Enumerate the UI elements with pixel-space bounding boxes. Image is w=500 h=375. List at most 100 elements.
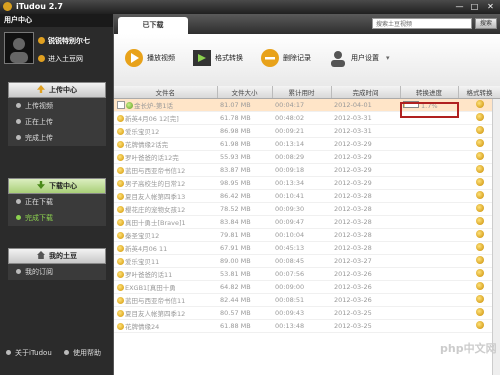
search-input[interactable]: 搜索土豆视频 (372, 18, 472, 29)
close-button[interactable]: ✕ (483, 1, 498, 12)
file-icon (117, 154, 124, 161)
table-row[interactable]: 花牌情缘2话完 61.98 MB 00:13:14 2012-03-29 (114, 137, 500, 151)
table-row[interactable]: 真田十勇士[Brave]1 83.84 MB 00:09:47 2012-03-28 (114, 215, 500, 229)
enter-tudou-link[interactable]: 进入土豆网 (38, 54, 83, 64)
search-button[interactable]: 搜索 (475, 18, 497, 29)
bullet-icon (16, 103, 21, 108)
row-checkbox[interactable] (117, 101, 125, 109)
tab-bar: 已下载 搜索土豆视频 搜索 (114, 14, 500, 34)
scrollbar[interactable] (492, 99, 500, 375)
sidebar: 用户中心 锐锐特别尔七 进入土豆网 上传中心 上传视频 正在上传 完成上传 下载… (0, 14, 117, 375)
cell-filename: 花牌情缘24 (114, 319, 217, 333)
sidebar-item-upload-done[interactable]: 完成上传 (8, 130, 106, 146)
convert-status-icon[interactable] (475, 230, 484, 238)
cell-size: 79.81 MB (217, 228, 272, 242)
convert-status-icon[interactable] (475, 269, 484, 277)
table-row[interactable]: 蓝田与西亚帝书信11 82.44 MB 00:08:51 2012-03-26 (114, 293, 500, 307)
convert-status-icon[interactable] (475, 295, 484, 303)
cell-finished: 2012-03-28 (331, 202, 400, 216)
table-row[interactable]: 花牌情缘24 61.88 MB 00:13:48 2012-03-25 (114, 319, 500, 333)
convert-status-icon[interactable] (475, 204, 484, 212)
my-tudou-header[interactable]: 我的土豆 (8, 248, 106, 264)
upload-panel: 上传中心 上传视频 正在上传 完成上传 (8, 82, 106, 146)
cell-finished: 2012-03-27 (331, 254, 400, 268)
convert-status-icon[interactable] (475, 100, 484, 108)
cell-filename: 樱花庄的宠物女孩12 (114, 202, 217, 216)
cell-size: 55.93 MB (217, 150, 272, 164)
minimize-button[interactable]: — (452, 1, 467, 12)
convert-status-icon[interactable] (475, 139, 484, 147)
convert-status-icon[interactable] (475, 126, 484, 134)
sidebar-item-upload-video[interactable]: 上传视频 (8, 98, 106, 114)
convert-status-icon[interactable] (475, 282, 484, 290)
table-row[interactable]: 夏目友人帐第四季12 80.57 MB 00:09:43 2012-03-25 (114, 306, 500, 320)
col-elapsed[interactable]: 累计用时 (272, 86, 332, 99)
table-row[interactable]: 爱乐宝贝12 86.98 MB 00:09:21 2012-03-31 (114, 124, 500, 138)
filename-text: 男子高校生的日常12 (125, 180, 186, 188)
table-row[interactable]: 新英4月06 11 67.91 MB 00:45:13 2012-03-28 (114, 241, 500, 255)
table-row[interactable]: EXGB1[真田十勇 64.82 MB 00:09:00 2012-03-26 (114, 280, 500, 294)
col-progress[interactable]: 转换进度 (400, 86, 459, 99)
bullet-icon (16, 269, 21, 274)
username[interactable]: 锐锐特别尔七 (38, 36, 90, 46)
filename-text: 新英4月06 11 (125, 245, 168, 253)
tab-downloaded[interactable]: 已下载 (118, 17, 188, 34)
cell-finished: 2012-03-26 (331, 293, 400, 307)
cell-elapsed: 00:45:13 (272, 241, 331, 255)
filename-text: 罗叶爸爸的话12完 (125, 154, 179, 162)
play-video-label: 播放视频 (147, 54, 175, 62)
convert-status-icon[interactable] (475, 217, 484, 225)
watermark: php中文网 (440, 342, 497, 355)
cell-size: 98.95 MB (217, 176, 272, 190)
convert-status-icon[interactable] (475, 113, 484, 121)
filename-text: 爱乐宝贝12 (125, 128, 160, 136)
convert-status-icon[interactable] (475, 321, 484, 329)
convert-status-icon[interactable] (475, 165, 484, 173)
convert-status-icon[interactable] (475, 178, 484, 186)
cell-progress (400, 293, 458, 307)
download-center-header[interactable]: 下载中心 (8, 178, 106, 194)
sidebar-item-subscriptions[interactable]: 我的订阅 (8, 264, 106, 280)
convert-status-icon[interactable] (475, 256, 484, 264)
table-row[interactable]: 秦圣宝贝12 79.81 MB 00:10:04 2012-03-28 (114, 228, 500, 242)
cell-elapsed: 00:09:30 (272, 202, 331, 216)
cell-size: 61.98 MB (217, 137, 272, 151)
help-link[interactable]: 使用帮助 (64, 348, 101, 358)
convert-status-icon[interactable] (475, 243, 484, 251)
table-row[interactable]: 罗叶爸爸的话12完 55.93 MB 00:08:29 2012-03-29 (114, 150, 500, 164)
table-row[interactable]: 爱乐宝贝11 89.00 MB 00:08:45 2012-03-27 (114, 254, 500, 268)
user-settings-icon (331, 51, 345, 67)
convert-status-icon[interactable] (475, 308, 484, 316)
file-icon (117, 232, 124, 239)
sidebar-item-downloading[interactable]: 正在下载 (8, 194, 106, 210)
cell-finished: 2012-03-29 (331, 176, 400, 190)
avatar[interactable] (4, 32, 34, 64)
table-row[interactable]: 男子高校生的日常12 98.95 MB 00:13:34 2012-03-29 (114, 176, 500, 190)
cell-elapsed: 00:13:34 (272, 176, 331, 190)
cell-finished: 2012-03-29 (331, 150, 400, 164)
col-finished[interactable]: 完成时间 (331, 86, 401, 99)
cell-elapsed: 00:09:21 (272, 124, 331, 138)
cell-elapsed: 00:08:45 (272, 254, 331, 268)
table-row[interactable]: 夏目友人帐第四季13 86.42 MB 00:10:41 2012-03-28 (114, 189, 500, 203)
upload-arrow-icon (37, 85, 45, 93)
cell-finished: 2012-03-28 (331, 189, 400, 203)
about-label: 关于iTudou (15, 349, 52, 357)
about-link[interactable]: 关于iTudou (6, 348, 52, 358)
table-row[interactable]: 蓝田与西亚帝书信12 83.87 MB 00:09:18 2012-03-29 (114, 163, 500, 177)
col-filename[interactable]: 文件名 (114, 86, 218, 99)
file-icon (117, 297, 124, 304)
sidebar-item-uploading[interactable]: 正在上传 (8, 114, 106, 130)
filename-text: 夏目友人帐第四季13 (125, 193, 186, 201)
convert-status-icon[interactable] (475, 152, 484, 160)
file-icon (117, 323, 124, 330)
maximize-button[interactable]: □ (467, 1, 482, 12)
chevron-down-icon: ▾ (386, 54, 390, 62)
table-row[interactable]: 罗叶爸爸的话11 53.81 MB 00:07:56 2012-03-26 (114, 267, 500, 281)
col-size[interactable]: 文件大小 (217, 86, 273, 99)
sidebar-item-download-done[interactable]: 完成下载 (8, 210, 106, 226)
table-row[interactable]: 樱花庄的宠物女孩12 78.52 MB 00:09:30 2012-03-28 (114, 202, 500, 216)
upload-center-header[interactable]: 上传中心 (8, 82, 106, 98)
col-convert[interactable]: 格式转换 (458, 86, 500, 99)
convert-status-icon[interactable] (475, 191, 484, 199)
